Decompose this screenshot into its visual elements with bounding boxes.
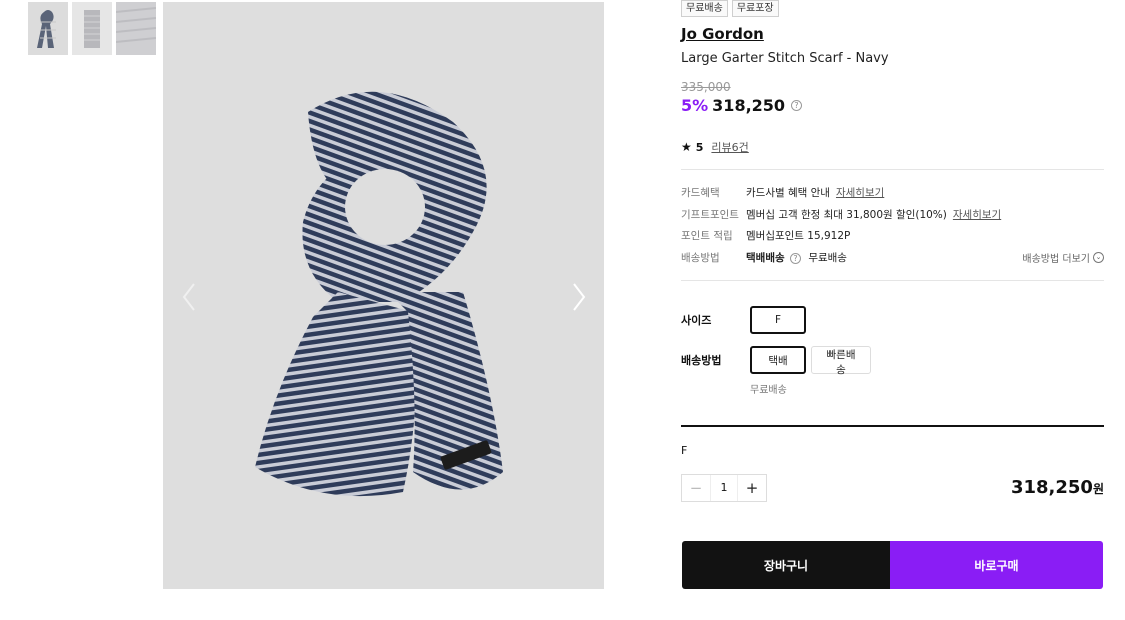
free-shipping-note: 무료배송 xyxy=(750,385,787,396)
buy-now-button[interactable]: 바로구매 xyxy=(890,541,1103,589)
purchase-buttons: 장바구니 바로구매 xyxy=(682,541,1103,589)
delivery-label: 배송방법 xyxy=(681,354,722,367)
quantity-stepper: − 1 + xyxy=(681,474,767,502)
currency-unit: 원 xyxy=(1092,482,1104,496)
carousel-next-arrow[interactable] xyxy=(566,280,592,314)
minus-button[interactable]: − xyxy=(682,475,710,501)
size-label: 사이즈 xyxy=(681,314,712,327)
plus-button[interactable]: + xyxy=(738,475,766,501)
fast-delivery-button[interactable]: 빠른배송 xyxy=(811,346,871,376)
carousel-prev-arrow[interactable] xyxy=(176,280,202,314)
thumbnail-scarf-worn[interactable] xyxy=(28,2,68,55)
size-f-button[interactable]: F xyxy=(750,306,806,334)
total-amount: 318,250 xyxy=(1010,477,1093,498)
total-price: 318,250원 xyxy=(1011,477,1104,498)
chevron-left-icon xyxy=(182,283,195,311)
thumbnail-strip xyxy=(28,2,156,55)
scarf-illustration xyxy=(255,91,503,497)
quantity-value[interactable]: 1 xyxy=(710,475,738,501)
divider xyxy=(681,425,1104,427)
delivery-option-row: 배송방법 택배 빠른배송 xyxy=(681,346,871,376)
add-to-cart-button[interactable]: 장바구니 xyxy=(682,541,890,589)
parcel-delivery-button[interactable]: 택배 xyxy=(750,346,806,374)
thumbnail-scarf-folded[interactable] xyxy=(72,2,112,55)
order-section: 사이즈 F 배송방법 택배 빠른배송 무료배송 F − 1 + 318,250원… xyxy=(681,0,1104,620)
size-option-row: 사이즈 F xyxy=(681,306,806,334)
thumbnail-scarf-detail[interactable] xyxy=(116,2,156,55)
selected-option: F xyxy=(681,444,688,457)
product-main-image xyxy=(163,2,604,589)
chevron-right-icon xyxy=(573,283,586,311)
